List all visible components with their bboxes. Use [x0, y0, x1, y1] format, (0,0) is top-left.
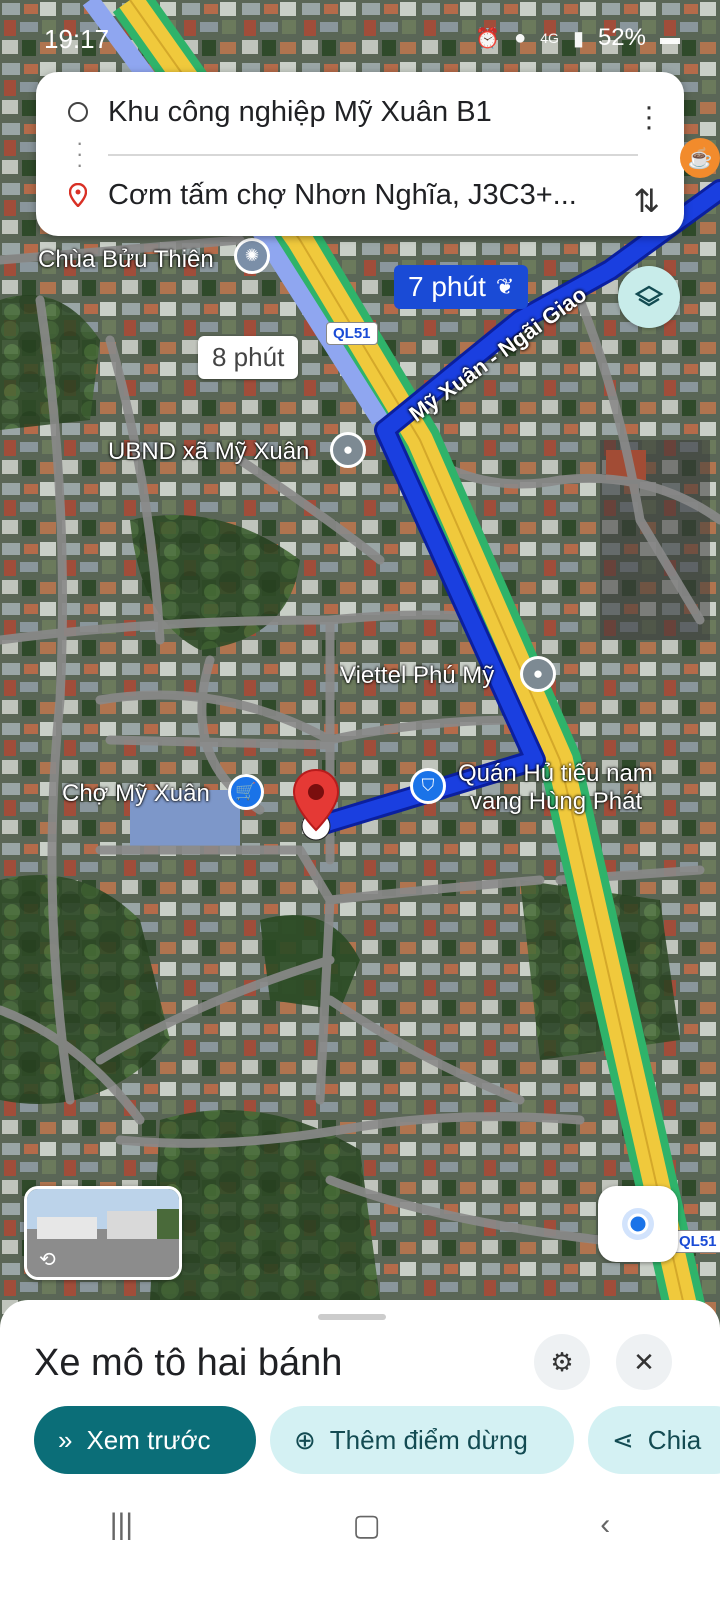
- battery-percent: 52%: [597, 24, 646, 51]
- add-stop-button[interactable]: ⊕ Thêm điểm dừng: [270, 1406, 574, 1474]
- leaf-icon: ❦: [495, 274, 515, 299]
- close-button[interactable]: ✕: [616, 1334, 672, 1390]
- coffee-icon[interactable]: ☕: [680, 138, 720, 178]
- shopping-cart-icon[interactable]: 🛒: [228, 774, 264, 810]
- destination-pin-icon[interactable]: [292, 768, 340, 832]
- status-time: 19:17: [44, 24, 110, 54]
- more-options-icon[interactable]: · · ·: [644, 92, 654, 142]
- recents-icon[interactable]: |||: [110, 1508, 133, 1542]
- sheet-drag-handle[interactable]: [318, 1314, 386, 1320]
- swap-direction-icon[interactable]: ⇅: [633, 182, 660, 220]
- share-label: Chia: [647, 1424, 702, 1455]
- my-location-button[interactable]: [598, 1186, 678, 1262]
- status-icons: ⏰ ● 4G ▮ 52% ▬: [475, 24, 680, 52]
- eta-primary[interactable]: 7 phút ❦: [394, 265, 529, 309]
- label-quan-hu-tieu[interactable]: Quán Hủ tiếu nam vang Hùng Phát: [458, 760, 653, 816]
- add-stop-label: Thêm điểm dừng: [329, 1424, 528, 1455]
- battery-icon: ▬: [660, 26, 680, 49]
- home-icon[interactable]: ▢: [353, 1508, 381, 1543]
- destination-marker-icon: [66, 183, 90, 207]
- origin-field[interactable]: Khu công nghiệp Mỹ Xuân B1: [108, 96, 492, 129]
- options-button[interactable]: ⚙: [534, 1334, 590, 1390]
- add-location-icon: ⊕: [294, 1424, 316, 1455]
- bottom-sheet: Xe mô tô hai bánh ⚙ ✕ » Xem trước ⊕ Thêm…: [0, 1300, 720, 1600]
- back-icon[interactable]: ‹: [600, 1508, 610, 1542]
- shopping-bag-icon[interactable]: ⛉: [410, 768, 446, 804]
- status-bar: 19:17 ⏰ ● 4G ▮ 52% ▬: [0, 0, 720, 80]
- temple-icon[interactable]: ✺: [234, 238, 270, 274]
- tune-icon: ⚙: [550, 1346, 574, 1377]
- street-view-rotate-icon: ⟲: [39, 1249, 56, 1271]
- place-pin-icon[interactable]: ●: [520, 656, 556, 692]
- signal-icon: ▮: [572, 27, 584, 50]
- location-icon: ●: [514, 26, 527, 49]
- route-card: Khu công nghiệp Mỹ Xuân B1 · · · Cơm tấm c…: [36, 72, 684, 236]
- label-ubnd[interactable]: UBND xã Mỹ Xuân: [108, 438, 309, 466]
- alarm-icon: ⏰: [475, 27, 501, 50]
- origin-row[interactable]: Khu công nghiệp Mỹ Xuân B1: [36, 77, 684, 147]
- close-icon: ✕: [633, 1346, 655, 1377]
- label-quan-line2: vang Hùng Phát: [470, 788, 643, 815]
- label-cho-my-xuan[interactable]: Chợ Mỹ Xuân: [62, 780, 210, 808]
- highway-shield: QL51: [326, 322, 378, 345]
- share-icon: ⋖: [612, 1424, 634, 1455]
- layers-icon: [634, 285, 664, 307]
- preview-button[interactable]: » Xem trước: [34, 1406, 256, 1474]
- divider: [108, 154, 638, 156]
- my-location-icon: [622, 1208, 654, 1240]
- preview-label: Xem trước: [86, 1424, 211, 1455]
- layers-button[interactable]: [618, 266, 680, 328]
- highway-shield-bottom: QL51: [672, 1230, 720, 1253]
- origin-circle-icon: [68, 102, 88, 122]
- system-nav-bar: ||| ▢ ‹: [0, 1490, 720, 1560]
- eta-alternate[interactable]: 8 phút: [198, 336, 299, 379]
- label-quan-line1: Quán Hủ tiếu nam: [458, 760, 653, 787]
- double-chevron-icon: »: [58, 1424, 73, 1455]
- network-label: 4G: [540, 30, 559, 46]
- eta-primary-text: 7 phút: [408, 271, 486, 302]
- label-chua-buu-thien[interactable]: Chùa Bửu Thiên: [38, 246, 214, 274]
- sheet-title: Xe mô tô hai bánh: [34, 1342, 343, 1384]
- share-button[interactable]: ⋖ Chia: [588, 1406, 720, 1474]
- street-view-thumbnail[interactable]: ⟲: [24, 1186, 182, 1280]
- label-viettel[interactable]: Viettel Phú Mỹ: [340, 662, 494, 690]
- destination-row[interactable]: Cơm tấm chợ Nhơn Nghĩa, J3C3+...: [36, 160, 684, 230]
- destination-field[interactable]: Cơm tấm chợ Nhơn Nghĩa, J3C3+...: [108, 179, 577, 212]
- place-pin-icon[interactable]: ●: [330, 432, 366, 468]
